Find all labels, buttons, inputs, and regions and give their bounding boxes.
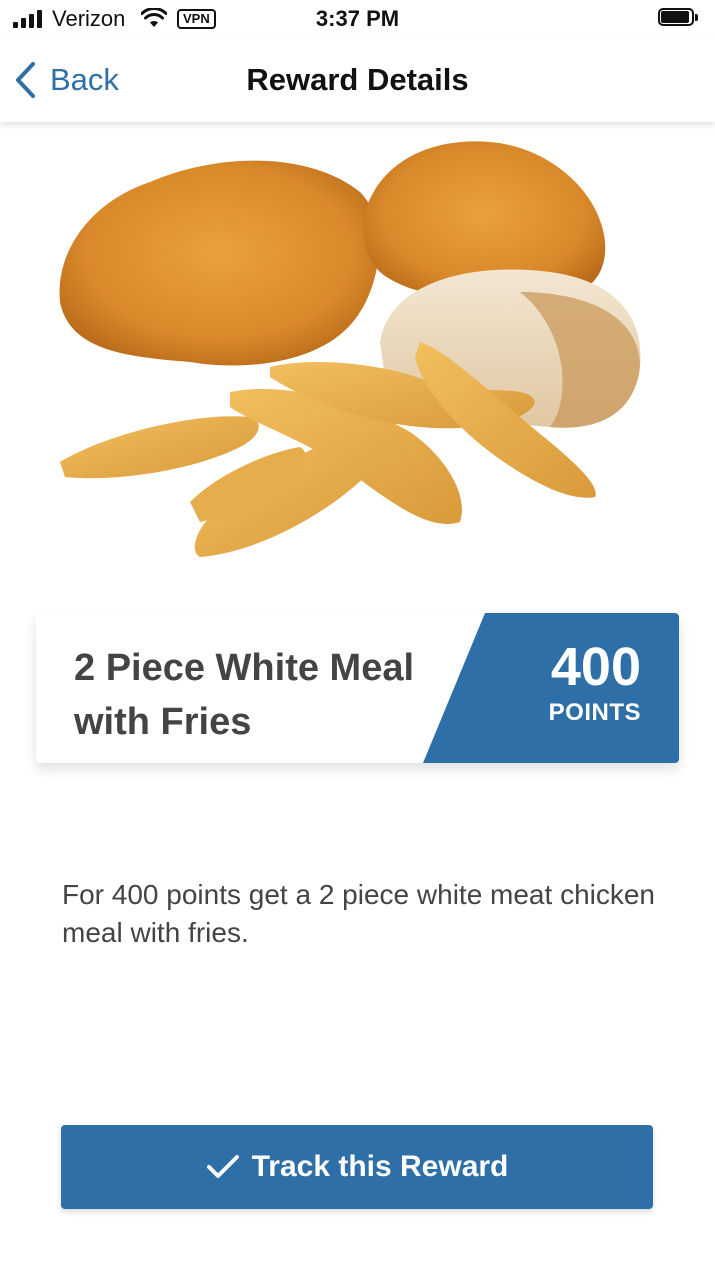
navigation-bar: Back Reward Details	[0, 40, 715, 122]
page-title: Reward Details	[246, 62, 469, 97]
reward-card: 2 Piece White Meal with Fries 400 POINTS	[36, 613, 679, 763]
track-reward-button[interactable]: Track this Reward	[61, 1125, 653, 1209]
status-time: 3:37 PM	[315, 6, 400, 31]
battery-icon	[658, 8, 698, 28]
potato-wedge	[60, 416, 259, 479]
track-reward-label: Track this Reward	[251, 1150, 509, 1183]
reward-description: For 400 points get a 2 piece white meat …	[62, 879, 656, 948]
reward-title: 2 Piece White Meal with Fries	[74, 647, 415, 743]
status-bar: Verizon VPN 3:37 PM	[0, 0, 715, 40]
points-badge: 400 POINTS	[423, 613, 679, 763]
reward-image	[59, 141, 641, 557]
points-value: 400	[550, 637, 641, 697]
checkmark-icon	[206, 1155, 239, 1178]
points-label: POINTS	[548, 699, 641, 726]
chicken-piece-left	[59, 160, 379, 366]
